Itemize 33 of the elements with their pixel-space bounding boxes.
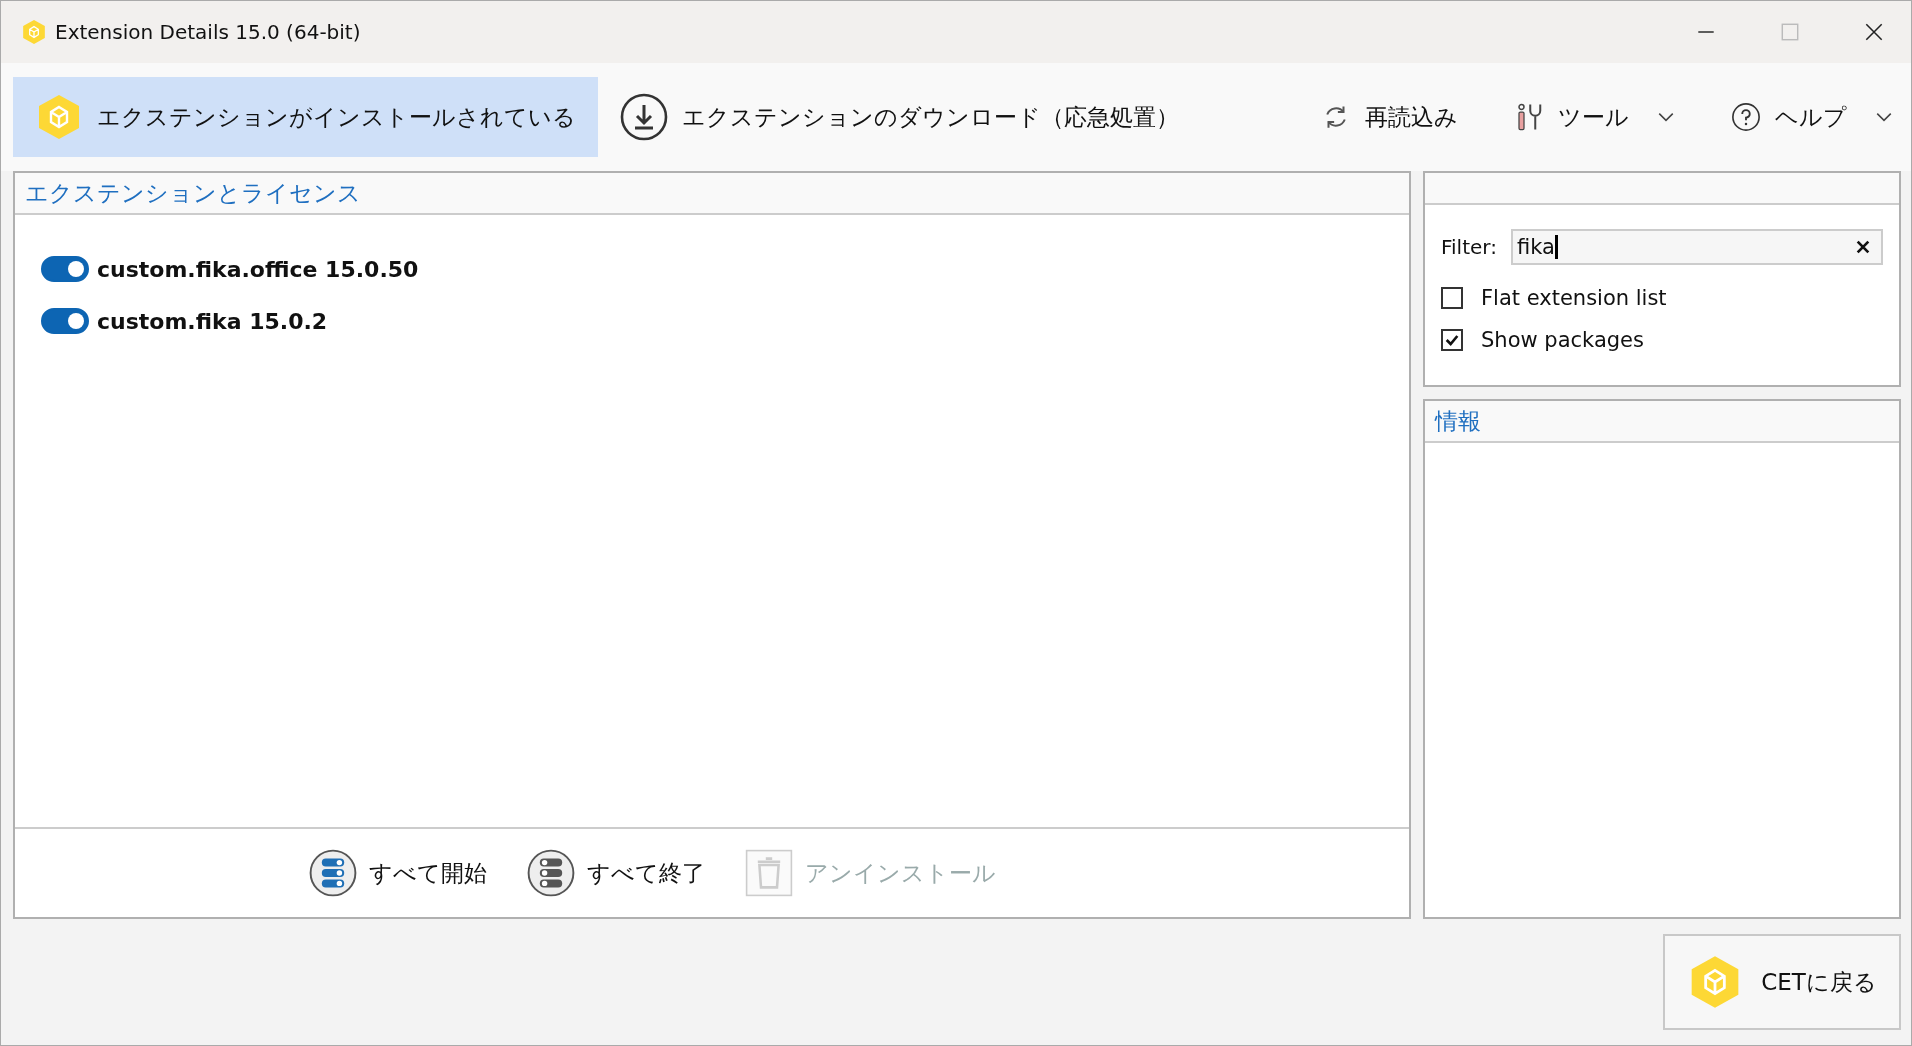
extension-name[interactable]: custom.fika.office 15.0.50: [97, 256, 419, 282]
checkmark-icon: [1444, 332, 1460, 348]
extension-name[interactable]: custom.fika 15.0.2: [97, 308, 328, 334]
chevron-down-icon: [1657, 111, 1675, 123]
checkbox-label[interactable]: Show packages: [1481, 328, 1644, 352]
checkbox[interactable]: [1441, 287, 1463, 309]
action-button[interactable]: すべて開始: [302, 848, 493, 898]
maximize-icon: [1779, 21, 1801, 43]
filter-label: Filter:: [1441, 235, 1497, 259]
trash-icon: [744, 849, 793, 897]
toggle-switch[interactable]: [41, 308, 89, 334]
toolbar-button[interactable]: ツール: [1508, 100, 1681, 134]
tab[interactable]: エクステンションのダウンロード（応急処置）: [598, 77, 1201, 157]
toggle-switch[interactable]: [41, 256, 89, 282]
help-icon: [1731, 102, 1761, 132]
toggles-icon: [308, 849, 357, 897]
window-title: Extension Details 15.0 (64-bit): [55, 20, 361, 44]
filter-field[interactable]: fika: [1510, 229, 1883, 265]
close-icon[interactable]: [1863, 21, 1885, 43]
tab[interactable]: エクステンションがインストールされている: [13, 77, 598, 157]
chevron-down-icon: [1875, 111, 1893, 123]
action-button[interactable]: すべて終了: [520, 848, 711, 898]
panel-title: 情報: [1435, 406, 1481, 436]
back-button[interactable]: CETに戻る: [1663, 934, 1901, 1030]
toggles-icon: [526, 849, 575, 897]
download-icon: [620, 93, 668, 141]
panel-title: エクステンションとライセンス: [25, 178, 361, 208]
clear-icon[interactable]: [1855, 239, 1871, 255]
toolbar-button[interactable]: 再読込み: [1315, 100, 1464, 134]
checkbox-label[interactable]: Flat extension list: [1481, 286, 1667, 310]
toolbar-button[interactable]: ヘルプ: [1725, 100, 1899, 134]
checkbox[interactable]: [1441, 329, 1463, 351]
app-logo-icon: [21, 19, 47, 45]
